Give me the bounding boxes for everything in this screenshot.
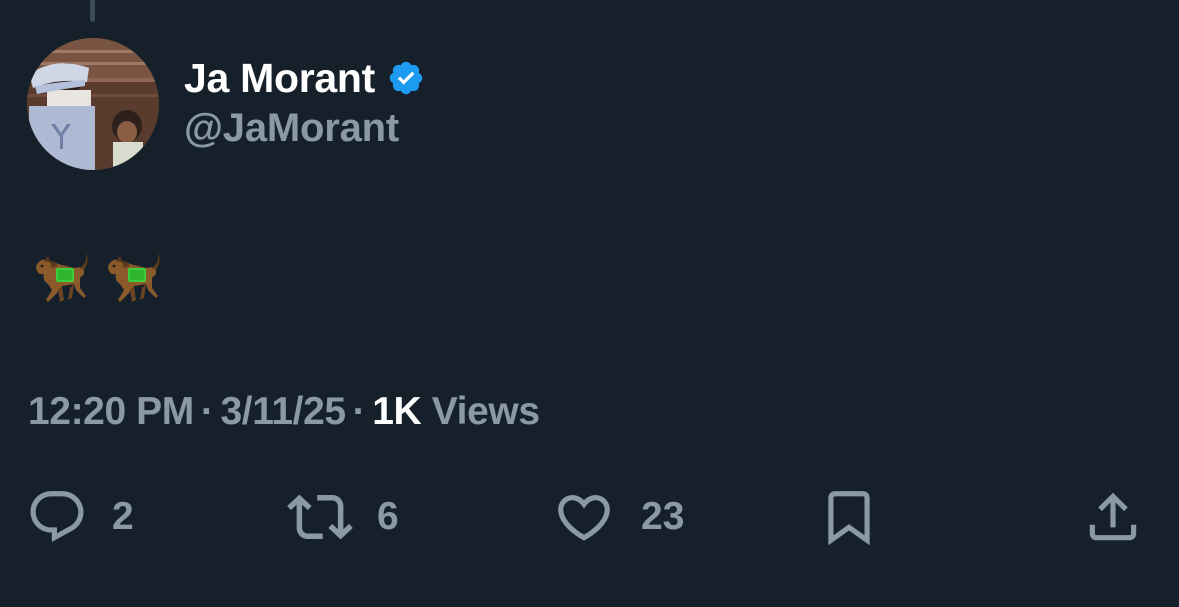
verified-badge-icon <box>389 61 423 95</box>
reply-count: 2 <box>112 495 134 538</box>
retweet-count: 6 <box>377 495 399 538</box>
horse-racing-emoji-icon <box>36 252 88 302</box>
tweet-date[interactable]: 3/11/25 <box>220 390 346 433</box>
horse-racing-emoji-icon <box>108 252 160 302</box>
avatar-image <box>27 38 159 170</box>
share-icon <box>1089 492 1137 541</box>
separator-dot: · <box>200 390 214 433</box>
heart-icon <box>558 495 610 541</box>
bookmark-button[interactable] <box>818 486 880 548</box>
like-button[interactable]: 23 <box>553 486 684 548</box>
views-label: Views <box>431 390 540 433</box>
retweet-icon <box>287 494 353 540</box>
author-handle[interactable]: @JaMorant <box>184 106 399 151</box>
like-count: 23 <box>641 495 685 538</box>
retweet-button[interactable]: 6 <box>287 486 399 548</box>
reply-button[interactable]: 2 <box>26 486 134 548</box>
tweet-time[interactable]: 12:20 PM <box>28 390 194 433</box>
separator-dot: · <box>352 390 366 433</box>
reply-icon <box>30 491 84 543</box>
thread-connector-line <box>90 0 95 22</box>
author-display-name[interactable]: Ja Morant <box>184 55 375 102</box>
views-count: 1K <box>372 390 422 433</box>
bookmark-icon <box>828 491 870 546</box>
author-name-row[interactable]: Ja Morant <box>184 50 425 106</box>
tweet-text <box>28 248 164 310</box>
avatar[interactable] <box>27 38 159 170</box>
share-button[interactable] <box>1082 486 1144 548</box>
tweet-metadata: 12:20 PM · 3/11/25 · 1K Views <box>28 390 540 434</box>
